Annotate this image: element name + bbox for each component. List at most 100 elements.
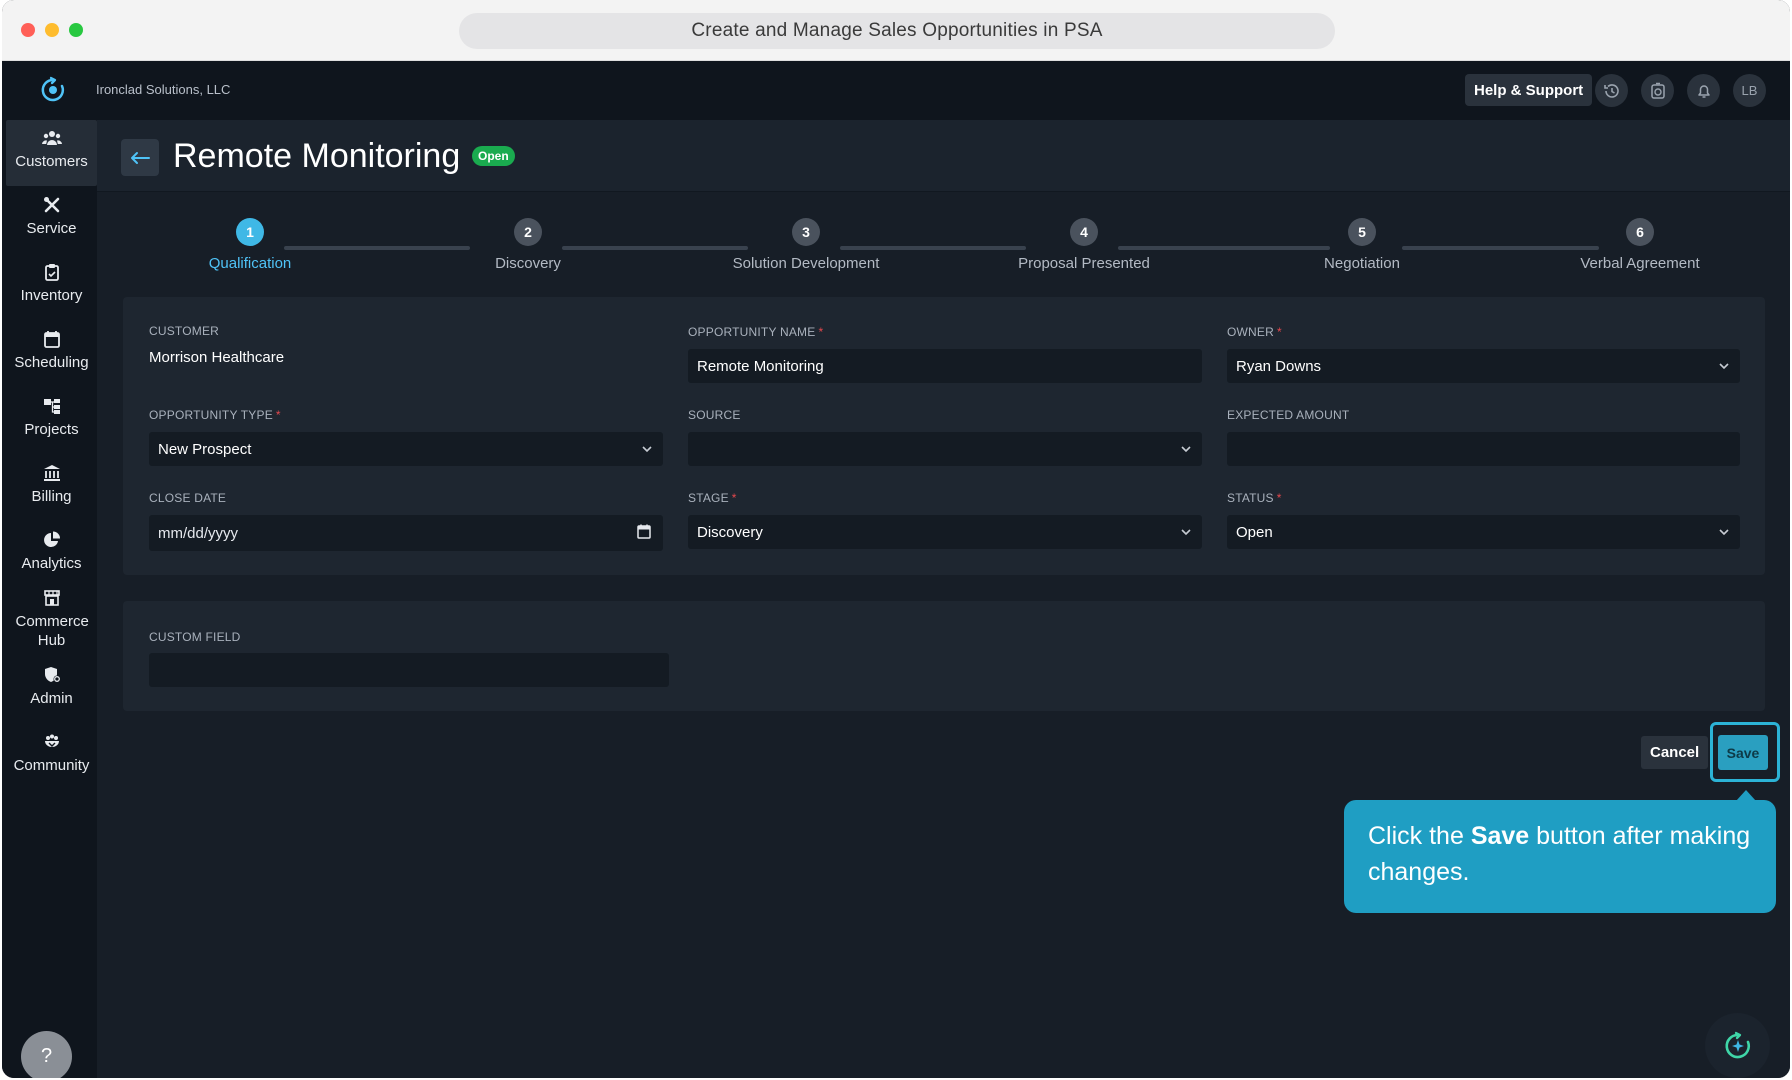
window-close-button[interactable] (21, 23, 35, 37)
custom-field-input[interactable] (149, 653, 669, 687)
step-number: 1 (236, 218, 264, 246)
opportunity-name-input[interactable]: Remote Monitoring (688, 349, 1202, 383)
owner-label: OWNER * (1227, 325, 1282, 339)
app-header: Ironclad Solutions, LLC Help & Support L… (2, 61, 1790, 120)
step-label: Discovery (495, 255, 561, 272)
guide-tooltip: Click the Save button after making chang… (1344, 800, 1776, 913)
step-verbal-agreement[interactable]: 6 Verbal Agreement (1520, 218, 1760, 272)
sidebar-item-label: Inventory (20, 287, 83, 304)
window-maximize-button[interactable] (69, 23, 83, 37)
close-date-label: CLOSE DATE (149, 491, 227, 505)
arrow-left-icon (131, 151, 150, 164)
user-avatar[interactable]: LB (1733, 74, 1766, 107)
source-label: SOURCE (688, 408, 741, 422)
bell-icon[interactable] (1687, 74, 1720, 107)
sidebar-item-customers[interactable]: Customers (6, 120, 97, 186)
step-label: Qualification (208, 255, 292, 272)
sidebar-item-inventory[interactable]: Inventory (6, 263, 97, 305)
chevron-down-icon (1181, 446, 1191, 453)
owner-select[interactable]: Ryan Downs (1227, 349, 1740, 383)
calendar-icon[interactable] (637, 524, 651, 539)
ai-assistant-button[interactable] (1705, 1013, 1770, 1078)
tools-icon (43, 197, 59, 213)
app-logo-icon[interactable] (38, 75, 68, 105)
step-discovery[interactable]: 2 Discovery (408, 218, 648, 272)
opportunity-name-label: OPPORTUNITY NAME * (688, 325, 824, 339)
step-qualification[interactable]: 1 Qualification (130, 218, 370, 272)
step-proposal-presented[interactable]: 4 Proposal Presented (964, 218, 1204, 272)
status-select[interactable]: Open (1227, 515, 1740, 549)
address-bar[interactable]: Create and Manage Sales Opportunities in… (459, 13, 1335, 49)
chevron-down-icon (1719, 363, 1729, 370)
sidebar-item-label: Projects (24, 421, 79, 438)
custom-field-label: CUSTOM FIELD (149, 630, 241, 644)
step-number: 4 (1070, 218, 1098, 246)
store-icon (43, 590, 60, 606)
status-label: STATUS * (1227, 491, 1282, 505)
community-icon (44, 734, 59, 747)
sidebar-item-admin[interactable]: Admin (6, 666, 97, 708)
history-icon[interactable] (1595, 74, 1628, 107)
sidebar-item-label: Commerce Hub (15, 613, 89, 649)
main-content: Remote Monitoring Open 1 Qualification 2… (97, 120, 1790, 1078)
step-label: Negotiation (1324, 255, 1400, 272)
sidebar-item-label: Service (26, 220, 77, 237)
step-label: Proposal Presented (1018, 255, 1150, 272)
browser-titlebar: Create and Manage Sales Opportunities in… (2, 0, 1790, 61)
chevron-down-icon (642, 446, 652, 453)
step-number: 3 (792, 218, 820, 246)
sidebar: Customers Service Inventory Scheduling P… (2, 120, 97, 1078)
sidebar-item-label: Admin (30, 690, 73, 707)
opportunity-stage-stepper: 1 Qualification 2 Discovery 3 Solution D… (97, 208, 1790, 278)
status-badge: Open (472, 146, 515, 166)
cancel-button[interactable]: Cancel (1641, 736, 1709, 769)
source-select[interactable] (688, 432, 1202, 466)
sidebar-item-label: Billing (31, 488, 72, 505)
users-icon (41, 131, 62, 145)
opportunity-type-select[interactable]: New Prospect (149, 432, 663, 466)
save-button[interactable]: Save (1718, 735, 1768, 770)
stage-label: STAGE * (688, 491, 737, 505)
pie-chart-icon (43, 531, 60, 547)
sidebar-item-label: Analytics (21, 555, 82, 572)
step-solution-development[interactable]: 3 Solution Development (686, 218, 926, 272)
expected-amount-label: EXPECTED AMOUNT (1227, 408, 1350, 422)
sidebar-item-billing[interactable]: Billing (6, 464, 97, 506)
help-button[interactable]: ? (21, 1031, 72, 1078)
customer-value: Morrison Healthcare (149, 349, 285, 366)
help-support-button[interactable]: Help & Support (1465, 74, 1593, 106)
shield-icon (44, 667, 60, 683)
sidebar-item-label: Scheduling (14, 354, 89, 371)
back-button[interactable] (121, 139, 159, 176)
step-number: 5 (1348, 218, 1376, 246)
chevron-down-icon (1719, 529, 1729, 536)
timer-icon[interactable] (1641, 74, 1674, 107)
clipboard-icon (44, 264, 59, 281)
calendar-icon (43, 331, 60, 348)
step-label: Solution Development (732, 255, 880, 272)
stage-select[interactable]: Discovery (688, 515, 1202, 549)
page-title: Remote Monitoring (173, 137, 461, 175)
sidebar-item-community[interactable]: Community (6, 733, 97, 775)
close-date-input[interactable]: mm/dd/yyyy (149, 515, 663, 551)
ai-sparkle-icon (1725, 1031, 1750, 1058)
opportunity-form-card: CUSTOMER Morrison Healthcare OPPORTUNITY… (123, 297, 1765, 575)
step-number: 2 (514, 218, 542, 246)
sidebar-item-commerce-hub[interactable]: Commerce Hub (6, 589, 97, 650)
company-name: Ironclad Solutions, LLC (96, 82, 231, 97)
sidebar-item-label: Customers (15, 153, 88, 170)
sidebar-item-label: Community (13, 757, 90, 774)
step-negotiation[interactable]: 5 Negotiation (1242, 218, 1482, 272)
page-header: Remote Monitoring Open (97, 120, 1790, 192)
hierarchy-icon (43, 399, 60, 414)
chevron-down-icon (1181, 529, 1191, 536)
sidebar-item-scheduling[interactable]: Scheduling (6, 330, 97, 372)
sidebar-item-analytics[interactable]: Analytics (6, 531, 97, 573)
window-minimize-button[interactable] (45, 23, 59, 37)
bank-icon (43, 465, 60, 481)
sidebar-item-projects[interactable]: Projects (6, 397, 97, 439)
sidebar-item-service[interactable]: Service (6, 196, 97, 238)
browser-window: Create and Manage Sales Opportunities in… (2, 0, 1790, 1078)
expected-amount-input[interactable] (1227, 432, 1740, 466)
customer-label: CUSTOMER (149, 324, 220, 338)
